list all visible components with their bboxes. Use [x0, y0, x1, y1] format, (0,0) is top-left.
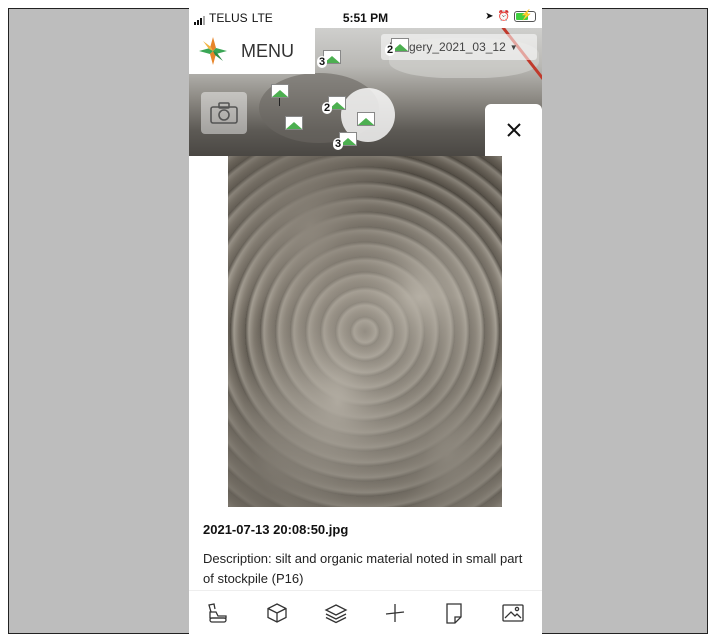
layers-button[interactable] [323, 600, 349, 626]
photo-marker[interactable]: 3 [317, 50, 341, 68]
photo-marker[interactable] [271, 84, 289, 106]
camera-icon [210, 102, 238, 124]
photos-button[interactable] [500, 600, 526, 626]
measure-button[interactable] [382, 600, 408, 626]
status-right: ➤ ⏰ ⚡ [485, 10, 536, 22]
app-logo-icon [199, 37, 227, 65]
battery-icon: ⚡ [514, 10, 536, 22]
photo-thumb-icon [271, 84, 289, 98]
photo-marker[interactable]: 2 [385, 38, 409, 56]
excavator-button[interactable] [205, 600, 231, 626]
location-arrow-icon: ➤ [485, 11, 494, 22]
bottom-toolbar [189, 590, 542, 634]
photo-marker[interactable] [357, 112, 375, 126]
site-photo[interactable] [228, 156, 502, 507]
close-icon [506, 123, 521, 137]
chevron-down-icon: ▼ [509, 42, 518, 52]
photo-filename: 2021-07-13 20:08:50.jpg [203, 522, 349, 537]
photo-thumb-icon [285, 116, 303, 130]
photo-count: 2 [385, 44, 396, 56]
photo-count: 2 [322, 102, 333, 114]
notes-button[interactable] [441, 600, 467, 626]
camera-button[interactable] [201, 92, 247, 134]
photo-marker[interactable] [285, 116, 303, 130]
alarm-icon: ⏰ [497, 11, 510, 22]
note-icon [446, 603, 462, 624]
phone-screen: TELUS LTE 5:51 PM ➤ ⏰ ⚡ MENU Imagery_202… [189, 8, 542, 634]
menu-button[interactable]: MENU [189, 28, 315, 74]
image-icon [501, 604, 524, 622]
photo-thumb-icon [357, 112, 375, 126]
menu-label: MENU [241, 40, 294, 61]
close-button[interactable] [485, 104, 542, 156]
layers-icon [324, 604, 348, 624]
3d-view-button[interactable] [264, 600, 290, 626]
measure-icon [385, 604, 404, 622]
excavator-icon [208, 603, 228, 623]
photo-count: 3 [333, 138, 344, 150]
photo-marker[interactable]: 3 [333, 132, 357, 150]
photo-detail-panel: 2021-07-13 20:08:50.jpg Description: sil… [189, 156, 542, 590]
photo-marker[interactable]: 2 [322, 96, 346, 114]
photo-description: Description: silt and organic material n… [203, 551, 523, 586]
status-bar: TELUS LTE 5:51 PM ➤ ⏰ ⚡ [189, 8, 542, 28]
cube-icon [267, 603, 287, 623]
photo-count: 3 [317, 56, 328, 68]
